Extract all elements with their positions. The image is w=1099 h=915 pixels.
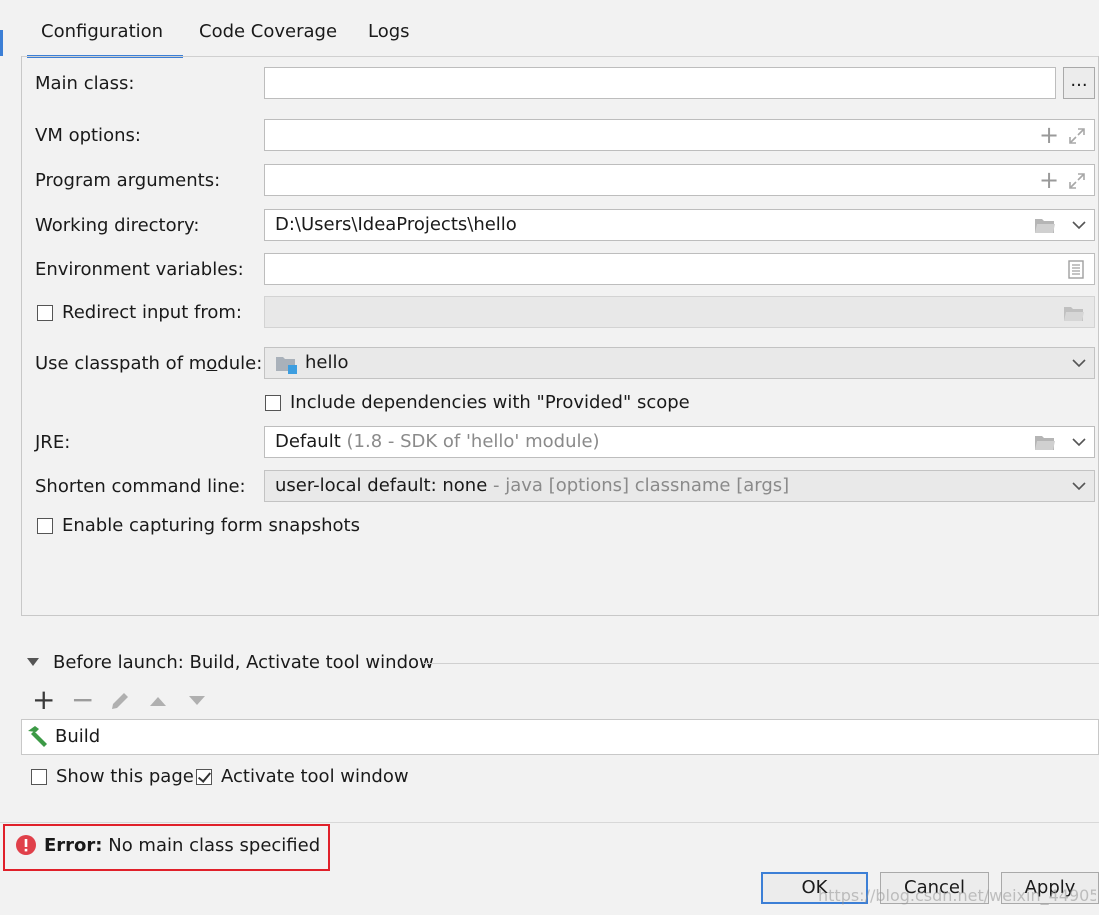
working-directory-input[interactable]: D:\Users\IdeaProjects\hello	[264, 209, 1095, 241]
tab-label: Configuration	[41, 21, 164, 42]
before-launch-separator	[423, 663, 1099, 664]
tab-code-coverage[interactable]: Code Coverage	[199, 18, 337, 56]
before-launch-title: Before launch: Build, Activate tool wind…	[53, 652, 434, 673]
chevron-down-icon[interactable]	[1072, 438, 1086, 447]
build-label: Build	[55, 726, 101, 747]
watermark-text: https://blog.csdn.net/weixin_44905057	[818, 886, 1096, 905]
chevron-down-icon	[1072, 359, 1086, 368]
error-icon	[16, 835, 36, 855]
shorten-command-line-hint: - java [options] classname [args]	[493, 475, 790, 496]
folder-icon[interactable]	[1034, 217, 1056, 234]
main-class-label: Main class:	[35, 73, 135, 94]
environment-variables-label: Environment variables:	[35, 259, 244, 280]
folder-icon[interactable]	[1034, 434, 1056, 451]
program-arguments-input[interactable]: +	[264, 164, 1095, 196]
jre-select[interactable]: Default (1.8 - SDK of 'hello' module)	[264, 426, 1095, 458]
vm-options-input[interactable]: +	[264, 119, 1095, 151]
tab-label: Code Coverage	[199, 21, 338, 42]
vm-options-label: VM options:	[35, 125, 141, 146]
shorten-command-line-label: Shorten command line:	[35, 476, 246, 497]
jre-hint: (1.8 - SDK of 'hello' module)	[346, 431, 600, 452]
enable-snapshots-checkbox[interactable]	[37, 518, 53, 534]
move-down-icon[interactable]	[187, 695, 207, 707]
classpath-module-select[interactable]: hello	[264, 347, 1095, 379]
footer-separator	[0, 822, 1099, 823]
jre-text: Default (1.8 - SDK of 'hello' module)	[275, 431, 600, 453]
main-class-input[interactable]	[264, 67, 1056, 99]
hammer-icon	[28, 726, 47, 747]
include-provided-checkbox[interactable]	[265, 395, 281, 411]
module-folder-icon	[276, 357, 297, 374]
tab-configuration[interactable]: Configuration	[26, 18, 184, 58]
edit-icon[interactable]	[109, 690, 131, 712]
main-class-browse-button[interactable]: ...	[1063, 67, 1095, 99]
environment-variables-input[interactable]	[264, 253, 1095, 285]
classpath-module-value: hello	[305, 352, 349, 373]
jre-value: Default	[275, 431, 341, 452]
add-icon[interactable]: +	[1039, 123, 1059, 147]
working-directory-label: Working directory:	[35, 215, 200, 236]
list-item[interactable]: Build	[22, 720, 1098, 754]
redirect-input-checkbox[interactable]	[37, 305, 53, 321]
before-launch-list: Build	[21, 719, 1099, 755]
tab-label: Logs	[368, 21, 410, 42]
jre-label: JRE:	[35, 432, 71, 453]
show-this-page-label: Show this page	[56, 766, 194, 787]
classpath-module-label: Use classpath of module:	[35, 353, 263, 374]
add-icon[interactable]: +	[1039, 168, 1059, 192]
shorten-command-line-text: user-local default: none - java [options…	[275, 475, 789, 497]
activate-tool-window-checkbox[interactable]	[196, 769, 212, 785]
enable-snapshots-label: Enable capturing form snapshots	[62, 515, 360, 536]
redirect-input-label: Redirect input from:	[62, 302, 242, 323]
error-text: No main class specified	[108, 835, 321, 856]
chevron-down-icon	[1072, 482, 1086, 491]
show-this-page-checkbox[interactable]	[31, 769, 47, 785]
working-directory-value: D:\Users\IdeaProjects\hello	[275, 214, 517, 235]
tab-logs[interactable]: Logs	[368, 18, 410, 56]
expand-icon[interactable]	[1068, 127, 1086, 145]
error-message: Error: No main class specified	[44, 834, 320, 858]
include-provided-label: Include dependencies with "Provided" sco…	[290, 392, 690, 413]
collapse-triangle-icon[interactable]	[26, 657, 40, 667]
error-prefix: Error:	[44, 835, 103, 856]
shorten-command-line-value: user-local default: none	[275, 475, 488, 496]
move-up-icon[interactable]	[148, 695, 168, 707]
list-document-icon[interactable]	[1068, 260, 1084, 279]
redirect-input-field	[264, 296, 1095, 328]
activate-tool-window-label: Activate tool window	[221, 766, 409, 787]
left-selection-accent	[0, 30, 3, 56]
chevron-down-icon[interactable]	[1072, 221, 1086, 230]
program-arguments-label: Program arguments:	[35, 170, 221, 191]
add-icon[interactable]: +	[32, 686, 55, 714]
folder-icon	[1064, 307, 1084, 321]
expand-icon[interactable]	[1068, 172, 1086, 190]
shorten-command-line-select[interactable]: user-local default: none - java [options…	[264, 470, 1095, 502]
remove-icon[interactable]: −	[71, 686, 94, 714]
